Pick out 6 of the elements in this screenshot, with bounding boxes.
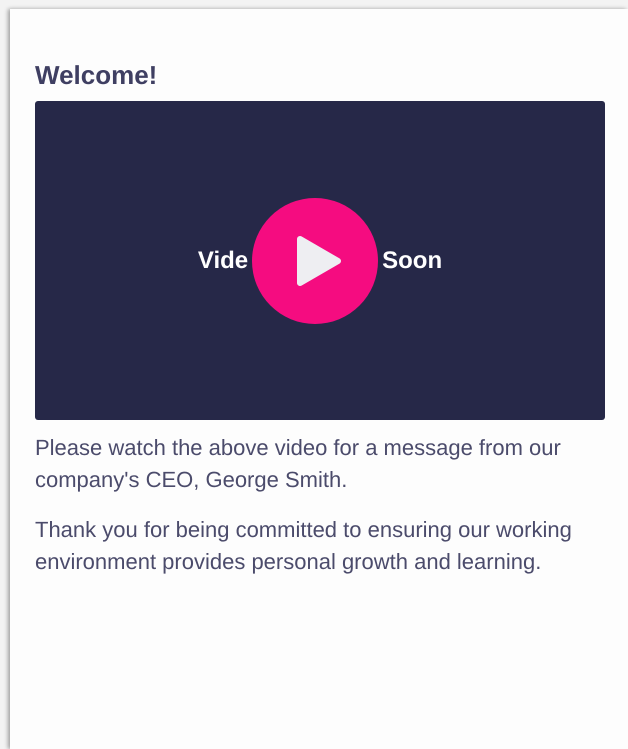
video-caption: Soon (382, 246, 442, 276)
play-icon (296, 234, 342, 286)
body-paragraph: Please watch the above video for a message from our company's CEO, George Smith. (35, 434, 562, 494)
welcome-heading: Welcome! (35, 59, 158, 91)
video-caption: Vide (198, 246, 248, 276)
body-paragraph: Thank you for being committed to ensuring our working environment provides personal growth and learning. (35, 516, 573, 576)
